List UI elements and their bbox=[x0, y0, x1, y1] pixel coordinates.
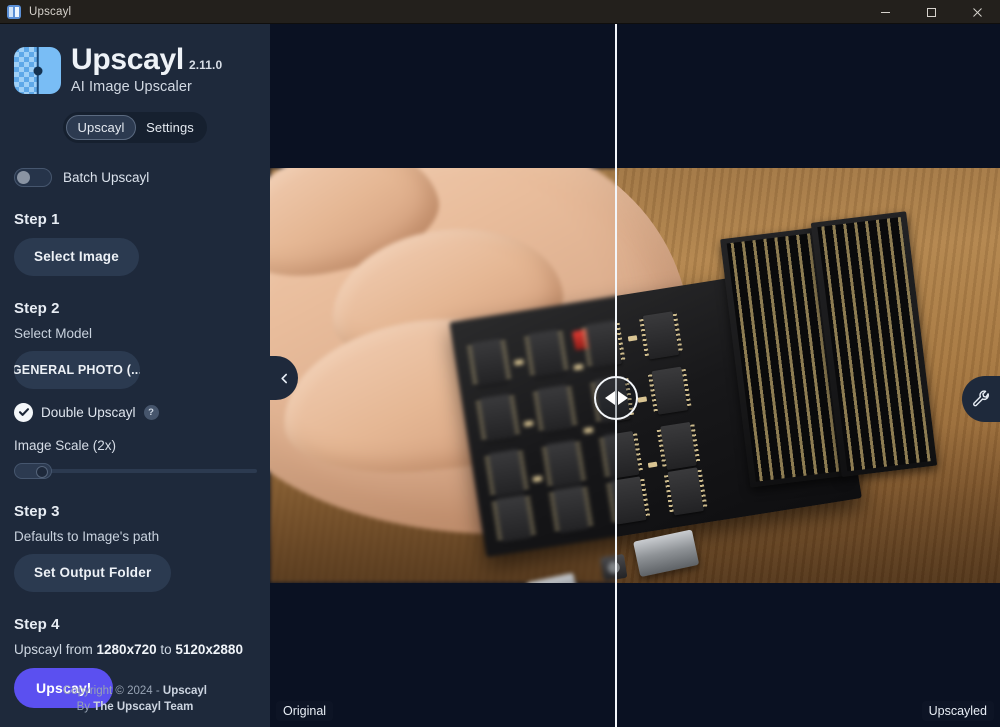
minimize-icon[interactable] bbox=[862, 0, 908, 24]
footer-team-name: The Upscayl Team bbox=[93, 701, 194, 714]
image-scale-label: Image Scale (2x) bbox=[14, 437, 117, 453]
window-controls bbox=[862, 0, 1000, 24]
select-image-button[interactable]: Select Image bbox=[14, 237, 139, 276]
footer-by-text: By bbox=[76, 701, 94, 714]
left-arrow-icon bbox=[604, 391, 615, 405]
sidebar: Upscayl 2.11.0 AI Image Upscaler Upscayl … bbox=[0, 24, 270, 727]
image-compare-viewer[interactable]: Original Upscayled bbox=[270, 24, 1000, 727]
chevron-left-icon bbox=[280, 373, 287, 383]
set-output-folder-button[interactable]: Set Output Folder bbox=[14, 553, 172, 592]
output-path-hint: Defaults to Image's path bbox=[14, 528, 160, 544]
double-upscayl-row[interactable]: Double Upscayl ? bbox=[14, 402, 256, 422]
tab-settings[interactable]: Settings bbox=[136, 115, 204, 140]
double-upscayl-label: Double Upscayl bbox=[41, 404, 136, 420]
tools-tab[interactable] bbox=[962, 376, 1000, 422]
double-upscayl-checkbox[interactable] bbox=[14, 402, 33, 422]
footer-copyright-text: Copyright © 2024 - bbox=[63, 684, 163, 697]
batch-upscayl-row[interactable]: Batch Upscayl bbox=[14, 167, 256, 187]
right-arrow-icon bbox=[617, 391, 628, 405]
letterbox-bottom bbox=[270, 583, 1000, 727]
target-resolution: 5120x2880 bbox=[175, 641, 243, 657]
app-subtitle: AI Image Upscaler bbox=[71, 78, 192, 95]
upscayled-badge: Upscayled bbox=[921, 701, 994, 721]
image-scale-slider[interactable] bbox=[14, 462, 257, 479]
original-badge: Original bbox=[276, 701, 334, 721]
footer-brand: Upscayl bbox=[162, 684, 207, 697]
step4-heading: Step 4 bbox=[14, 615, 60, 633]
select-model-label: Select Model bbox=[14, 325, 93, 341]
resolution-to-word: to bbox=[156, 641, 176, 657]
title-bar: Upscayl bbox=[0, 0, 1000, 24]
comparison-photo bbox=[270, 168, 1000, 583]
step3-heading: Step 3 bbox=[14, 502, 60, 520]
batch-upscayl-label: Batch Upscayl bbox=[63, 169, 150, 185]
upscayled-image-half bbox=[615, 168, 1000, 583]
original-image-half bbox=[270, 168, 615, 583]
window-title: Upscayl bbox=[29, 5, 72, 18]
help-icon[interactable]: ? bbox=[143, 404, 159, 420]
upscayl-app-icon bbox=[7, 4, 21, 19]
resolution-prefix: Upscayl from bbox=[14, 641, 97, 657]
resolution-summary: Upscayl from 1280x720 to 5120x2880 bbox=[14, 642, 256, 657]
close-icon[interactable] bbox=[954, 0, 1000, 24]
step1-heading: Step 1 bbox=[14, 210, 60, 228]
main-tabs: Upscayl Settings bbox=[63, 111, 207, 143]
wrench-icon bbox=[972, 389, 989, 406]
app-title-text: Upscayl bbox=[71, 43, 184, 76]
batch-upscayl-toggle[interactable] bbox=[14, 167, 52, 187]
letterbox-top bbox=[270, 24, 1000, 168]
source-resolution: 1280x720 bbox=[96, 641, 157, 657]
image-scale-slider-thumb[interactable] bbox=[14, 462, 52, 479]
upscayl-window: Upscayl Upscayl 2.11.0 AI Image Upscaler bbox=[0, 0, 1000, 727]
compare-slider-handle[interactable] bbox=[594, 376, 638, 420]
footer: Copyright © 2024 - Upscayl By The Upscay… bbox=[0, 683, 270, 716]
maximize-icon[interactable] bbox=[908, 0, 954, 24]
footer-copyright: Copyright © 2024 - Upscayl bbox=[0, 683, 270, 700]
footer-team: By The Upscayl Team bbox=[0, 699, 270, 716]
tab-upscayl[interactable]: Upscayl bbox=[66, 114, 136, 140]
step2-heading: Step 2 bbox=[14, 299, 60, 317]
upscayl-logo bbox=[14, 47, 61, 94]
model-select-dropdown[interactable]: GENERAL PHOTO (... bbox=[14, 350, 140, 389]
brand-header: Upscayl 2.11.0 AI Image Upscaler bbox=[14, 42, 256, 95]
app-title: Upscayl 2.11.0 bbox=[71, 44, 222, 76]
app-version: 2.11.0 bbox=[188, 58, 223, 72]
